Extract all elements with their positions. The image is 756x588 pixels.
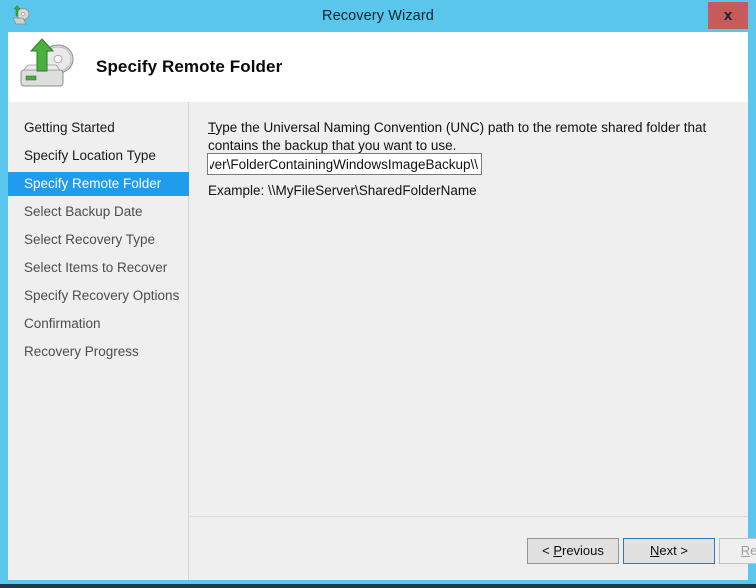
recover-label: ecover: [750, 543, 756, 558]
content-inner: Type the Universal Naming Convention (UN…: [190, 102, 748, 517]
backup-restore-icon: [18, 37, 82, 95]
sidebar-item-specify-remote-folder[interactable]: Specify Remote Folder: [8, 172, 189, 196]
page-title: Specify Remote Folder: [96, 57, 283, 76]
previous-label: revious: [561, 543, 604, 558]
sidebar-item-label: Confirmation: [24, 316, 101, 331]
sidebar-item-select-recovery-type[interactable]: Select Recovery Type: [8, 228, 189, 252]
example-path-label: Example: \\MyFileServer\SharedFolderName: [208, 183, 477, 198]
sidebar-item-label: Specify Recovery Options: [24, 288, 180, 303]
recover-accelerator: R: [740, 543, 751, 558]
sidebar-item-select-items-to-recover[interactable]: Select Items to Recover: [8, 256, 189, 280]
sidebar-item-select-backup-date[interactable]: Select Backup Date: [8, 200, 189, 224]
sidebar-item-label: Specify Remote Folder: [24, 176, 162, 191]
wizard-content-pane: Type the Universal Naming Convention (UN…: [190, 102, 756, 580]
sidebar-item-label: Select Items to Recover: [24, 260, 168, 275]
sidebar-item-specify-recovery-options[interactable]: Specify Recovery Options: [8, 284, 189, 308]
sidebar-item-label: Select Backup Date: [24, 204, 143, 219]
recovery-wizard-window: Recovery Wizard x Specify Remote Folder …: [0, 0, 756, 588]
next-accelerator: N: [650, 543, 660, 558]
close-icon[interactable]: x: [708, 2, 748, 29]
unc-path-input[interactable]: [207, 153, 482, 175]
sidebar-item-confirmation[interactable]: Confirmation: [8, 312, 189, 336]
wizard-step-sidebar: Getting Started Specify Location Type Sp…: [8, 102, 189, 580]
next-label: ext >: [659, 543, 688, 558]
sidebar-item-label: Select Recovery Type: [24, 232, 156, 247]
instructions-body: ype the Universal Naming Convention (UNC…: [208, 120, 707, 153]
next-button[interactable]: Next >: [623, 538, 715, 564]
previous-prefix: <: [542, 543, 554, 558]
instructions-accelerator: T: [208, 120, 216, 135]
sidebar-item-getting-started[interactable]: Getting Started: [8, 116, 189, 140]
step-list: Getting Started Specify Location Type Sp…: [8, 116, 189, 364]
window-title: Recovery Wizard: [322, 8, 434, 24]
sidebar-item-label: Specify Location Type: [24, 148, 156, 163]
sidebar-item-label: Getting Started: [24, 120, 115, 135]
sidebar-item-specify-location-type[interactable]: Specify Location Type: [8, 144, 189, 168]
title-bar: Recovery Wizard x: [0, 0, 756, 32]
instructions-text: Type the Universal Naming Convention (UN…: [208, 119, 728, 155]
previous-button[interactable]: < Previous: [527, 538, 619, 564]
sidebar-item-recovery-progress[interactable]: Recovery Progress: [8, 340, 189, 364]
wizard-header: Specify Remote Folder: [8, 32, 748, 102]
previous-accelerator: P: [553, 543, 562, 558]
sidebar-item-label: Recovery Progress: [24, 344, 139, 359]
wizard-footer: < Previous Next > Recover Cancel: [372, 518, 756, 580]
recover-button: Recover: [719, 538, 756, 564]
wizard-body: Getting Started Specify Location Type Sp…: [8, 102, 756, 580]
